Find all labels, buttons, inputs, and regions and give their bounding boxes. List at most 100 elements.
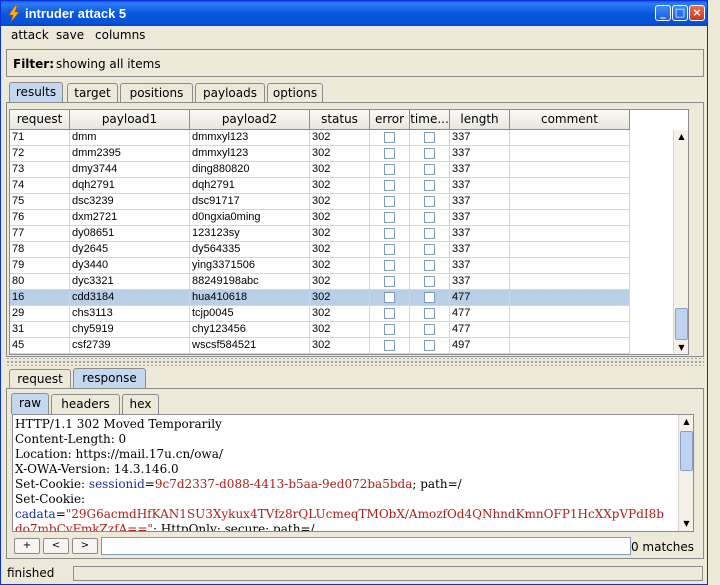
table-row[interactable]: 16 cdd3184 hua410618 302 477 [10, 290, 630, 306]
cell-payload1: cdd3184 [70, 290, 190, 306]
col-comment[interactable]: comment [510, 110, 630, 130]
timeout-checkbox [424, 260, 435, 271]
cell-request: 79 [10, 258, 70, 274]
cell-payload1: chy5919 [70, 322, 190, 338]
cell-request: 76 [10, 210, 70, 226]
tab-positions[interactable]: positions [120, 83, 193, 103]
cell-length: 337 [450, 274, 510, 290]
tab-response[interactable]: response [73, 368, 146, 389]
table-row[interactable]: 78 dy2645 dy564335 302 337 [10, 242, 630, 258]
cookie-value: "29G6acmdHfKAN1SU3Xykux4TVfz8rQLUcmeqTMO… [65, 507, 664, 521]
tab-target[interactable]: target [67, 83, 118, 103]
cell-request: 74 [10, 178, 70, 194]
table-row[interactable]: 29 chs3113 tcjp0045 302 477 [10, 306, 630, 322]
split-divider[interactable] [6, 358, 704, 366]
timeout-checkbox [424, 148, 435, 159]
table-row[interactable]: 80 dyc3321 88249198abc 302 337 [10, 274, 630, 290]
tab-results[interactable]: results [9, 82, 63, 103]
response-editor[interactable]: HTTP/1.1 302 Moved Temporarily Content-Le… [12, 414, 694, 532]
table-row[interactable]: 73 dmy3744 ding880820 302 337 [10, 162, 630, 178]
tab-options[interactable]: options [267, 83, 323, 103]
cell-length: 337 [450, 242, 510, 258]
error-checkbox [384, 340, 395, 351]
cell-payload1: chs3113 [70, 306, 190, 322]
tab-payloads[interactable]: payloads [195, 83, 265, 103]
editor-scrollbar[interactable]: ▲ ▼ [678, 415, 693, 531]
cell-error [370, 322, 410, 338]
cell-error [370, 130, 410, 146]
table-row[interactable]: 75 dsc3239 dsc91717 302 337 [10, 194, 630, 210]
tab-hex[interactable]: hex [122, 394, 159, 414]
window-title: intruder attack 5 [25, 6, 127, 21]
scroll-down-icon[interactable]: ▼ [679, 517, 693, 531]
menu-columns[interactable]: columns [95, 28, 145, 42]
cookie-name: cadata [15, 507, 56, 521]
cell-error [370, 290, 410, 306]
scroll-thumb[interactable] [675, 308, 688, 340]
filter-bar[interactable]: Filter: showing all items [6, 49, 704, 77]
cell-comment [510, 258, 630, 274]
timeout-checkbox [424, 180, 435, 191]
cell-comment [510, 146, 630, 162]
close-button[interactable]: × [689, 5, 705, 21]
scroll-up-icon[interactable]: ▲ [674, 130, 688, 144]
col-error[interactable]: error [370, 110, 410, 130]
cell-request: 45 [10, 338, 70, 354]
cell-timeout [410, 146, 450, 162]
tab-request[interactable]: request [9, 369, 71, 389]
cell-status: 302 [310, 146, 370, 162]
search-next-button[interactable]: > [72, 538, 98, 554]
scroll-thumb[interactable] [680, 431, 693, 471]
cell-payload2: dy564335 [190, 242, 310, 258]
search-prev-button[interactable]: < [43, 538, 69, 554]
error-checkbox [384, 212, 395, 223]
cell-error [370, 242, 410, 258]
table-row[interactable]: 31 chy5919 chy123456 302 477 [10, 322, 630, 338]
table-row[interactable]: 77 dy08651 123123sy 302 337 [10, 226, 630, 242]
cell-payload2: dsc91717 [190, 194, 310, 210]
cell-error [370, 194, 410, 210]
cell-payload2: dmmxyl123 [190, 146, 310, 162]
status-bar: finished [1, 563, 707, 584]
response-line: Set-Cookie: sessionid=9c7d2337-d088-4413… [15, 477, 675, 492]
search-input[interactable] [101, 537, 631, 555]
table-row[interactable]: 45 csf2739 wscsf584521 302 497 [10, 338, 630, 354]
menu-attack[interactable]: attack [11, 28, 49, 42]
error-checkbox [384, 276, 395, 287]
error-checkbox [384, 180, 395, 191]
col-request[interactable]: request [10, 110, 70, 130]
title-bar[interactable]: intruder attack 5 _ □ × [1, 1, 707, 26]
cell-request: 16 [10, 290, 70, 306]
header-prefix: Set-Cookie: [15, 477, 89, 491]
col-timeout[interactable]: time... [410, 110, 450, 130]
col-payload2[interactable]: payload2 [190, 110, 310, 130]
tab-raw[interactable]: raw [11, 393, 49, 414]
table-row[interactable]: 74 dqh2791 dqh2791 302 337 [10, 178, 630, 194]
cell-request: 31 [10, 322, 70, 338]
cell-payload1: dsc3239 [70, 194, 190, 210]
table-scrollbar[interactable]: ▲ ▼ [673, 130, 688, 354]
cookie-equals: = [55, 507, 66, 521]
maximize-button[interactable]: □ [672, 5, 688, 21]
col-status[interactable]: status [310, 110, 370, 130]
error-checkbox [384, 260, 395, 271]
cell-length: 337 [450, 194, 510, 210]
menu-save[interactable]: save [56, 28, 84, 42]
timeout-checkbox [424, 276, 435, 287]
table-row[interactable]: 79 dy3440 ying3371506 302 337 [10, 258, 630, 274]
cell-comment [510, 322, 630, 338]
cell-length: 477 [450, 322, 510, 338]
search-plus-button[interactable]: + [14, 538, 40, 554]
tab-headers[interactable]: headers [51, 394, 120, 414]
cookie-name: sessionid [88, 477, 145, 491]
scroll-up-icon[interactable]: ▲ [679, 415, 693, 429]
minimize-button[interactable]: _ [655, 5, 671, 21]
col-payload1[interactable]: payload1 [70, 110, 190, 130]
table-row[interactable]: 76 dxm2721 d0ngxia0ming 302 337 [10, 210, 630, 226]
table-row[interactable]: 71 dmm dmmxyl123 302 337 [10, 130, 630, 146]
col-length[interactable]: length [450, 110, 510, 130]
cell-payload1: dy3440 [70, 258, 190, 274]
scroll-down-icon[interactable]: ▼ [674, 341, 688, 354]
table-row[interactable]: 72 dmm2395 dmmxyl123 302 337 [10, 146, 630, 162]
cell-status: 302 [310, 290, 370, 306]
